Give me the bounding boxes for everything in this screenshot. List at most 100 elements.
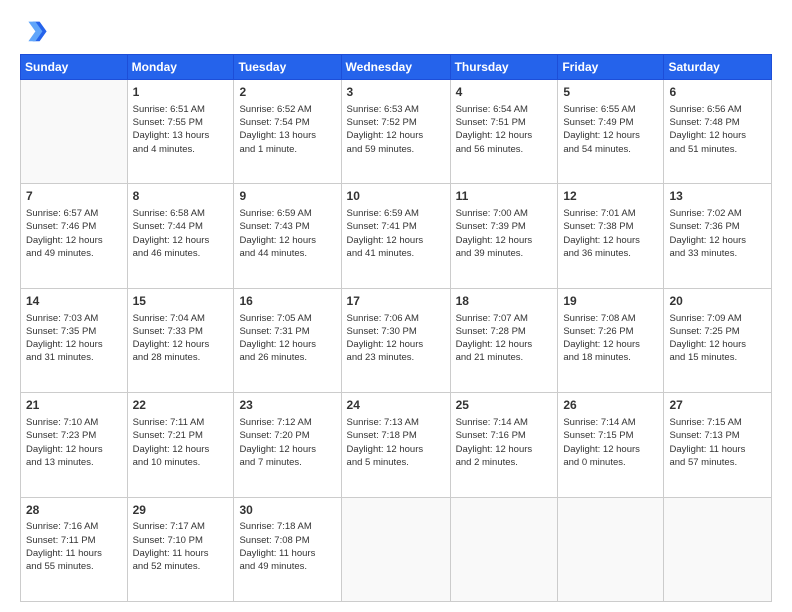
calendar-week-2: 7 Sunrise: 6:57 AM Sunset: 7:46 PM Daylig… bbox=[21, 184, 772, 288]
day-number: 5 bbox=[563, 84, 658, 101]
day-info: Sunrise: 6:55 AM Sunset: 7:49 PM Dayligh… bbox=[563, 103, 658, 156]
weekday-header-thursday: Thursday bbox=[450, 55, 558, 80]
day-info: Sunrise: 7:06 AM Sunset: 7:30 PM Dayligh… bbox=[347, 312, 445, 365]
day-number: 3 bbox=[347, 84, 445, 101]
calendar-cell: 1Sunrise: 6:51 AM Sunset: 7:55 PM Daylig… bbox=[127, 80, 234, 184]
logo-icon bbox=[20, 16, 48, 44]
calendar-cell: 18 Sunrise: 7:07 AM Sunset: 7:28 PM Dayli… bbox=[450, 288, 558, 392]
calendar-cell: 5 Sunrise: 6:55 AM Sunset: 7:49 PM Daylig… bbox=[558, 80, 664, 184]
day-number: 10 bbox=[347, 188, 445, 205]
day-number: 12 bbox=[563, 188, 658, 205]
calendar-cell: 9Sunrise: 6:59 AM Sunset: 7:43 PM Daylig… bbox=[234, 184, 341, 288]
day-number: 30 bbox=[239, 502, 335, 519]
weekday-header-saturday: Saturday bbox=[664, 55, 772, 80]
calendar-cell: 21 Sunrise: 7:10 AM Sunset: 7:23 PM Dayli… bbox=[21, 393, 128, 497]
day-number: 29 bbox=[133, 502, 229, 519]
calendar-cell: 26Sunrise: 7:14 AM Sunset: 7:15 PM Dayli… bbox=[558, 393, 664, 497]
day-info: Sunrise: 6:58 AM Sunset: 7:44 PM Dayligh… bbox=[133, 207, 229, 260]
day-number: 18 bbox=[456, 293, 553, 310]
weekday-header-monday: Monday bbox=[127, 55, 234, 80]
calendar-week-5: 28Sunrise: 7:16 AM Sunset: 7:11 PM Dayli… bbox=[21, 497, 772, 601]
day-info: Sunrise: 7:08 AM Sunset: 7:26 PM Dayligh… bbox=[563, 312, 658, 365]
day-info: Sunrise: 6:52 AM Sunset: 7:54 PM Dayligh… bbox=[239, 103, 335, 156]
day-info: Sunrise: 7:10 AM Sunset: 7:23 PM Dayligh… bbox=[26, 416, 122, 469]
day-number: 24 bbox=[347, 397, 445, 414]
calendar-cell: 14 Sunrise: 7:03 AM Sunset: 7:35 PM Dayli… bbox=[21, 288, 128, 392]
day-number: 1 bbox=[133, 84, 229, 101]
calendar-cell: 22 Sunrise: 7:11 AM Sunset: 7:21 PM Dayli… bbox=[127, 393, 234, 497]
calendar-cell: 12 Sunrise: 7:01 AM Sunset: 7:38 PM Dayli… bbox=[558, 184, 664, 288]
day-number: 22 bbox=[133, 397, 229, 414]
day-info: Sunrise: 7:15 AM Sunset: 7:13 PM Dayligh… bbox=[669, 416, 766, 469]
calendar-table: SundayMondayTuesdayWednesdayThursdayFrid… bbox=[20, 54, 772, 602]
day-info: Sunrise: 7:02 AM Sunset: 7:36 PM Dayligh… bbox=[669, 207, 766, 260]
day-info: Sunrise: 7:14 AM Sunset: 7:16 PM Dayligh… bbox=[456, 416, 553, 469]
calendar-header: SundayMondayTuesdayWednesdayThursdayFrid… bbox=[21, 55, 772, 80]
day-number: 27 bbox=[669, 397, 766, 414]
calendar-body: 1Sunrise: 6:51 AM Sunset: 7:55 PM Daylig… bbox=[21, 80, 772, 602]
calendar-cell: 29Sunrise: 7:17 AM Sunset: 7:10 PM Dayli… bbox=[127, 497, 234, 601]
day-info: Sunrise: 6:59 AM Sunset: 7:43 PM Dayligh… bbox=[239, 207, 335, 260]
calendar-cell: 6 Sunrise: 6:56 AM Sunset: 7:48 PM Daylig… bbox=[664, 80, 772, 184]
calendar-cell: 15 Sunrise: 7:04 AM Sunset: 7:33 PM Dayli… bbox=[127, 288, 234, 392]
calendar-cell: 27 Sunrise: 7:15 AM Sunset: 7:13 PM Dayli… bbox=[664, 393, 772, 497]
calendar-week-4: 21 Sunrise: 7:10 AM Sunset: 7:23 PM Dayli… bbox=[21, 393, 772, 497]
day-info: Sunrise: 7:00 AM Sunset: 7:39 PM Dayligh… bbox=[456, 207, 553, 260]
day-info: Sunrise: 7:13 AM Sunset: 7:18 PM Dayligh… bbox=[347, 416, 445, 469]
calendar-cell: 2 Sunrise: 6:52 AM Sunset: 7:54 PM Daylig… bbox=[234, 80, 341, 184]
day-number: 14 bbox=[26, 293, 122, 310]
calendar-cell: 17 Sunrise: 7:06 AM Sunset: 7:30 PM Dayli… bbox=[341, 288, 450, 392]
calendar-cell: 13Sunrise: 7:02 AM Sunset: 7:36 PM Dayli… bbox=[664, 184, 772, 288]
calendar-cell bbox=[558, 497, 664, 601]
day-number: 7 bbox=[26, 188, 122, 205]
day-info: Sunrise: 7:18 AM Sunset: 7:08 PM Dayligh… bbox=[239, 520, 335, 573]
weekday-header-wednesday: Wednesday bbox=[341, 55, 450, 80]
day-number: 2 bbox=[239, 84, 335, 101]
day-number: 20 bbox=[669, 293, 766, 310]
day-info: Sunrise: 6:54 AM Sunset: 7:51 PM Dayligh… bbox=[456, 103, 553, 156]
calendar-cell: 28Sunrise: 7:16 AM Sunset: 7:11 PM Dayli… bbox=[21, 497, 128, 601]
day-info: Sunrise: 7:01 AM Sunset: 7:38 PM Dayligh… bbox=[563, 207, 658, 260]
page: SundayMondayTuesdayWednesdayThursdayFrid… bbox=[0, 0, 792, 612]
day-number: 11 bbox=[456, 188, 553, 205]
calendar-cell bbox=[664, 497, 772, 601]
calendar-cell: 4 Sunrise: 6:54 AM Sunset: 7:51 PM Daylig… bbox=[450, 80, 558, 184]
day-info: Sunrise: 6:57 AM Sunset: 7:46 PM Dayligh… bbox=[26, 207, 122, 260]
day-number: 17 bbox=[347, 293, 445, 310]
day-info: Sunrise: 7:09 AM Sunset: 7:25 PM Dayligh… bbox=[669, 312, 766, 365]
calendar-cell: 25 Sunrise: 7:14 AM Sunset: 7:16 PM Dayli… bbox=[450, 393, 558, 497]
calendar-cell: 11 Sunrise: 7:00 AM Sunset: 7:39 PM Dayli… bbox=[450, 184, 558, 288]
day-info: Sunrise: 7:07 AM Sunset: 7:28 PM Dayligh… bbox=[456, 312, 553, 365]
day-number: 21 bbox=[26, 397, 122, 414]
calendar-week-3: 14 Sunrise: 7:03 AM Sunset: 7:35 PM Dayli… bbox=[21, 288, 772, 392]
day-info: Sunrise: 7:17 AM Sunset: 7:10 PM Dayligh… bbox=[133, 520, 229, 573]
day-number: 25 bbox=[456, 397, 553, 414]
calendar-week-1: 1Sunrise: 6:51 AM Sunset: 7:55 PM Daylig… bbox=[21, 80, 772, 184]
day-number: 19 bbox=[563, 293, 658, 310]
day-info: Sunrise: 6:53 AM Sunset: 7:52 PM Dayligh… bbox=[347, 103, 445, 156]
day-number: 6 bbox=[669, 84, 766, 101]
day-info: Sunrise: 7:11 AM Sunset: 7:21 PM Dayligh… bbox=[133, 416, 229, 469]
calendar-cell: 10 Sunrise: 6:59 AM Sunset: 7:41 PM Dayli… bbox=[341, 184, 450, 288]
calendar-cell bbox=[341, 497, 450, 601]
calendar-cell: 8Sunrise: 6:58 AM Sunset: 7:44 PM Daylig… bbox=[127, 184, 234, 288]
calendar-cell bbox=[450, 497, 558, 601]
header bbox=[20, 16, 772, 44]
day-info: Sunrise: 6:59 AM Sunset: 7:41 PM Dayligh… bbox=[347, 207, 445, 260]
weekday-header-tuesday: Tuesday bbox=[234, 55, 341, 80]
calendar-cell: 23Sunrise: 7:12 AM Sunset: 7:20 PM Dayli… bbox=[234, 393, 341, 497]
calendar-cell: 7 Sunrise: 6:57 AM Sunset: 7:46 PM Daylig… bbox=[21, 184, 128, 288]
header-row: SundayMondayTuesdayWednesdayThursdayFrid… bbox=[21, 55, 772, 80]
day-number: 16 bbox=[239, 293, 335, 310]
day-info: Sunrise: 7:03 AM Sunset: 7:35 PM Dayligh… bbox=[26, 312, 122, 365]
day-number: 15 bbox=[133, 293, 229, 310]
day-info: Sunrise: 7:04 AM Sunset: 7:33 PM Dayligh… bbox=[133, 312, 229, 365]
day-number: 4 bbox=[456, 84, 553, 101]
weekday-header-friday: Friday bbox=[558, 55, 664, 80]
calendar-cell: 30Sunrise: 7:18 AM Sunset: 7:08 PM Dayli… bbox=[234, 497, 341, 601]
day-info: Sunrise: 6:56 AM Sunset: 7:48 PM Dayligh… bbox=[669, 103, 766, 156]
weekday-header-sunday: Sunday bbox=[21, 55, 128, 80]
day-info: Sunrise: 7:14 AM Sunset: 7:15 PM Dayligh… bbox=[563, 416, 658, 469]
calendar-cell: 24 Sunrise: 7:13 AM Sunset: 7:18 PM Dayli… bbox=[341, 393, 450, 497]
calendar-cell: 16Sunrise: 7:05 AM Sunset: 7:31 PM Dayli… bbox=[234, 288, 341, 392]
